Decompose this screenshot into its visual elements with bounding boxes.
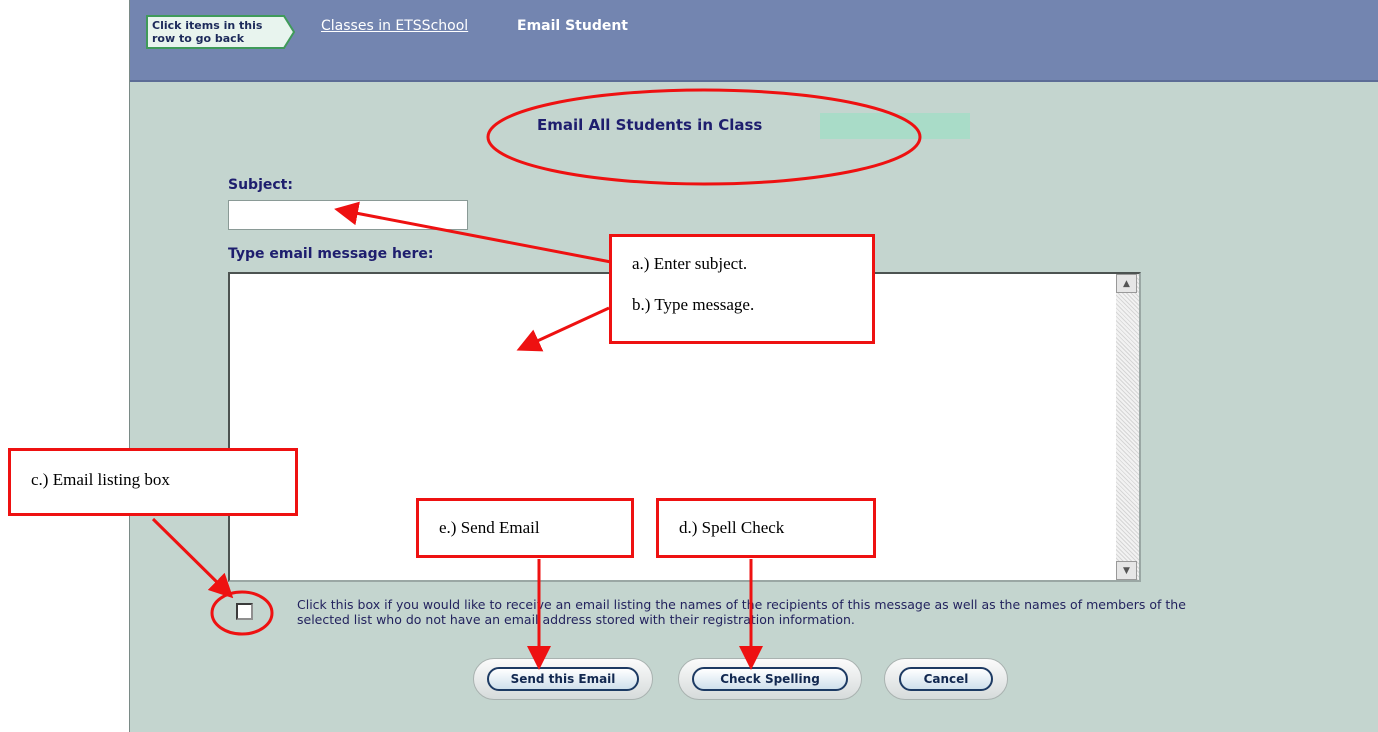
annotation-overlay	[151, 88, 922, 670]
arrow-to-message	[516, 306, 610, 352]
arrow-to-subject	[334, 201, 612, 264]
checkbox-highlight-ellipse	[210, 590, 274, 636]
title-highlight-ellipse	[486, 88, 922, 186]
arrow-to-checkbox	[151, 517, 234, 599]
